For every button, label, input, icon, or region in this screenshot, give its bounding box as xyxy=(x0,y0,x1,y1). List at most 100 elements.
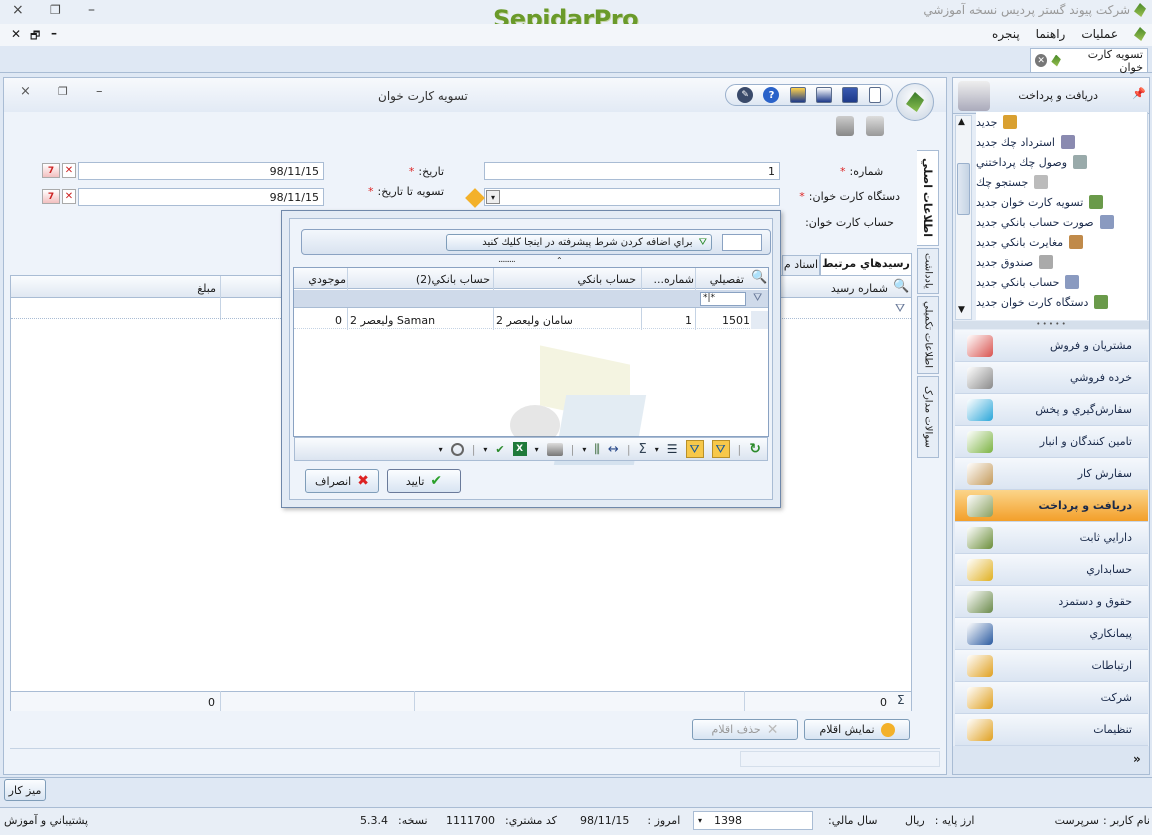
tab-notes[interactable]: يادداشت xyxy=(917,248,939,294)
sidebar-task[interactable]: جديد xyxy=(976,112,1147,132)
filter-small-box[interactable] xyxy=(722,234,762,251)
desktop-button[interactable]: ميز كار xyxy=(4,779,46,801)
window-minimize-button[interactable]: – xyxy=(88,2,95,18)
popup-col-balance[interactable]: موجودي xyxy=(298,273,346,286)
filter-row-toggle-icon[interactable]: ⛛ xyxy=(711,440,730,458)
popup-filter-input[interactable]: *|* xyxy=(700,292,746,306)
fiscal-year-select[interactable]: ▾ 1398 xyxy=(693,811,813,830)
export-dropdown[interactable]: ▾ xyxy=(483,445,487,454)
nav-button[interactable]: تامين كنندگان و انبار xyxy=(955,426,1148,458)
cancel-button[interactable]: ✖ انصراف xyxy=(305,469,379,493)
save-as-icon[interactable] xyxy=(816,87,833,103)
window-restore-button[interactable]: ❐ xyxy=(50,3,61,17)
popup-col-number[interactable]: شماره... xyxy=(644,273,695,286)
fit-columns-icon[interactable]: ↔ xyxy=(608,442,619,457)
sidebar-task[interactable]: حساب بانكي جديد xyxy=(976,272,1147,292)
support-link[interactable]: پشتيباني و آموزش xyxy=(4,814,88,827)
settle-to-date-field[interactable]: 98/11/15 xyxy=(78,188,324,206)
popup-col-bank-account2[interactable]: حساب بانكي(2) xyxy=(350,273,490,286)
mdi-restore-button[interactable]: 🗗 xyxy=(30,27,40,46)
number-field[interactable]: 1 xyxy=(484,162,780,180)
form-minimize-button[interactable]: – xyxy=(96,84,103,99)
sum-toolbar-icon[interactable]: Σ xyxy=(639,442,647,457)
globe-icon[interactable] xyxy=(450,442,464,456)
nav-button[interactable]: شركت xyxy=(955,682,1148,714)
nav-button[interactable]: تنظيمات xyxy=(955,714,1148,746)
settle-calendar-icon[interactable]: 7 xyxy=(42,189,60,204)
popup-col-bank-account[interactable]: حساب بانكي xyxy=(496,273,636,286)
nav-button[interactable]: حقوق و دستمزد xyxy=(955,586,1148,618)
ok-button[interactable]: ✔ تاييد xyxy=(387,469,461,493)
mdi-close-button[interactable]: ✕ xyxy=(11,27,21,41)
printer-icon[interactable] xyxy=(546,442,563,456)
print-icon[interactable] xyxy=(866,116,884,136)
col-amount[interactable]: مبلغ xyxy=(100,282,216,295)
tab-related-receipts[interactable]: رسيدهاي مرتبط xyxy=(820,253,912,275)
nav-button[interactable]: مشتريان و فروش xyxy=(955,330,1148,362)
check-export-icon[interactable]: ✔ xyxy=(495,443,504,456)
help-icon[interactable]: ? xyxy=(763,87,780,103)
device-dropdown-button[interactable]: ▾ xyxy=(486,190,500,204)
scroll-thumb[interactable] xyxy=(957,163,970,215)
nav-button[interactable]: خرده فروشي xyxy=(955,362,1148,394)
delete-items-button[interactable]: ✕ حذف اقلام xyxy=(692,719,798,740)
menu-operations[interactable]: عمليات xyxy=(1081,27,1118,41)
popup-search-icon[interactable]: 🔍 xyxy=(751,270,767,285)
group-icon[interactable]: ☰ xyxy=(667,442,678,456)
grid-filter-icon[interactable]: ⛛ xyxy=(895,301,905,316)
settle-date-clear-button[interactable]: ✕ xyxy=(62,189,76,204)
filter-toggle-icon[interactable]: ⛛ xyxy=(685,440,704,458)
fiscal-year-dropdown-arrow[interactable]: ▾ xyxy=(698,816,702,825)
scroll-up-button[interactable]: ▲ xyxy=(958,117,965,127)
menu-window[interactable]: پنجره xyxy=(992,27,1020,41)
tab-docs[interactable]: اسناد م xyxy=(782,255,820,275)
window-close-button[interactable]: × xyxy=(12,2,24,18)
calendar-icon[interactable]: 7 xyxy=(42,163,60,178)
tab-extra-info[interactable]: اطلاعات تکميلي xyxy=(917,296,939,374)
nav-button[interactable]: دارايي ثابت xyxy=(955,522,1148,554)
save-all-icon[interactable] xyxy=(789,87,806,103)
sidebar-task[interactable]: تسويه كارت خوان جديد xyxy=(976,192,1147,212)
tools-icon[interactable]: ✎ xyxy=(737,87,754,103)
nav-button[interactable]: حسابداري xyxy=(955,554,1148,586)
doc-tab[interactable]: تسويه کارت خوان ✕ xyxy=(1030,48,1148,74)
tab-main-info[interactable]: اطلاعات اصلي xyxy=(917,150,939,246)
nav-button[interactable]: ارتباطات xyxy=(955,650,1148,682)
sepidar-menu-icon[interactable] xyxy=(1134,27,1146,41)
scroll-down-button[interactable]: ▼ xyxy=(958,305,965,315)
grid-search-icon[interactable]: 🔍 xyxy=(893,279,909,294)
nav-button[interactable]: سفارش‌گيري و پخش xyxy=(955,394,1148,426)
advanced-filter-button[interactable]: ⛛ براي اضافه كردن شرط پيشرفته در اينجا ك… xyxy=(446,234,712,251)
form-close-button[interactable]: × xyxy=(20,84,31,99)
more-options-dropdown[interactable]: ▾ xyxy=(439,445,443,454)
sidebar-scrollbar[interactable] xyxy=(955,115,972,320)
date-clear-button[interactable]: ✕ xyxy=(62,163,76,178)
close-tab-icon[interactable]: ✕ xyxy=(1035,54,1048,67)
sidebar-task[interactable]: وصول چك پرداختني xyxy=(976,152,1147,172)
columns-icon[interactable]: ⫼ xyxy=(594,442,600,457)
new-document-icon[interactable] xyxy=(868,87,881,103)
mdi-minimize-button[interactable]: – xyxy=(51,26,57,40)
sidebar-task[interactable]: مغايرت بانكي جديد xyxy=(976,232,1147,252)
expand-chevron-icon[interactable]: » xyxy=(1133,752,1141,766)
sidebar-task[interactable]: جستجو چك xyxy=(976,172,1147,192)
date-field[interactable]: 98/11/15 xyxy=(78,162,324,180)
popup-filter-icon[interactable]: ⛛ xyxy=(753,291,762,305)
device-select[interactable] xyxy=(484,188,780,206)
form-restore-button[interactable]: ❐ xyxy=(58,85,68,98)
print-dropdown[interactable]: ▾ xyxy=(535,445,539,454)
nav-button[interactable]: سفارش كار xyxy=(955,458,1148,490)
popup-filter-row[interactable] xyxy=(294,290,768,308)
refresh-icon[interactable]: ↻ xyxy=(749,441,761,457)
sidebar-task[interactable]: استرداد چك جديد xyxy=(976,132,1147,152)
sidebar-task[interactable]: صورت حساب بانكي جديد xyxy=(976,212,1147,232)
sidebar-splitter[interactable]: • • • • • xyxy=(953,321,1149,329)
pin-icon[interactable]: 📌 xyxy=(1132,87,1146,100)
excel-icon[interactable]: X xyxy=(512,442,527,456)
col-receipt-no[interactable]: شماره رسيد xyxy=(780,282,888,295)
sidebar-task[interactable]: صندوق جديد xyxy=(976,252,1147,272)
nav-button[interactable]: پيمانكاري xyxy=(955,618,1148,650)
columns-dropdown[interactable]: ▾ xyxy=(582,445,586,454)
tab-doc-questions[interactable]: سوالات مدارک xyxy=(917,376,939,458)
nav-button[interactable]: دريافت و پرداخت xyxy=(955,490,1148,522)
